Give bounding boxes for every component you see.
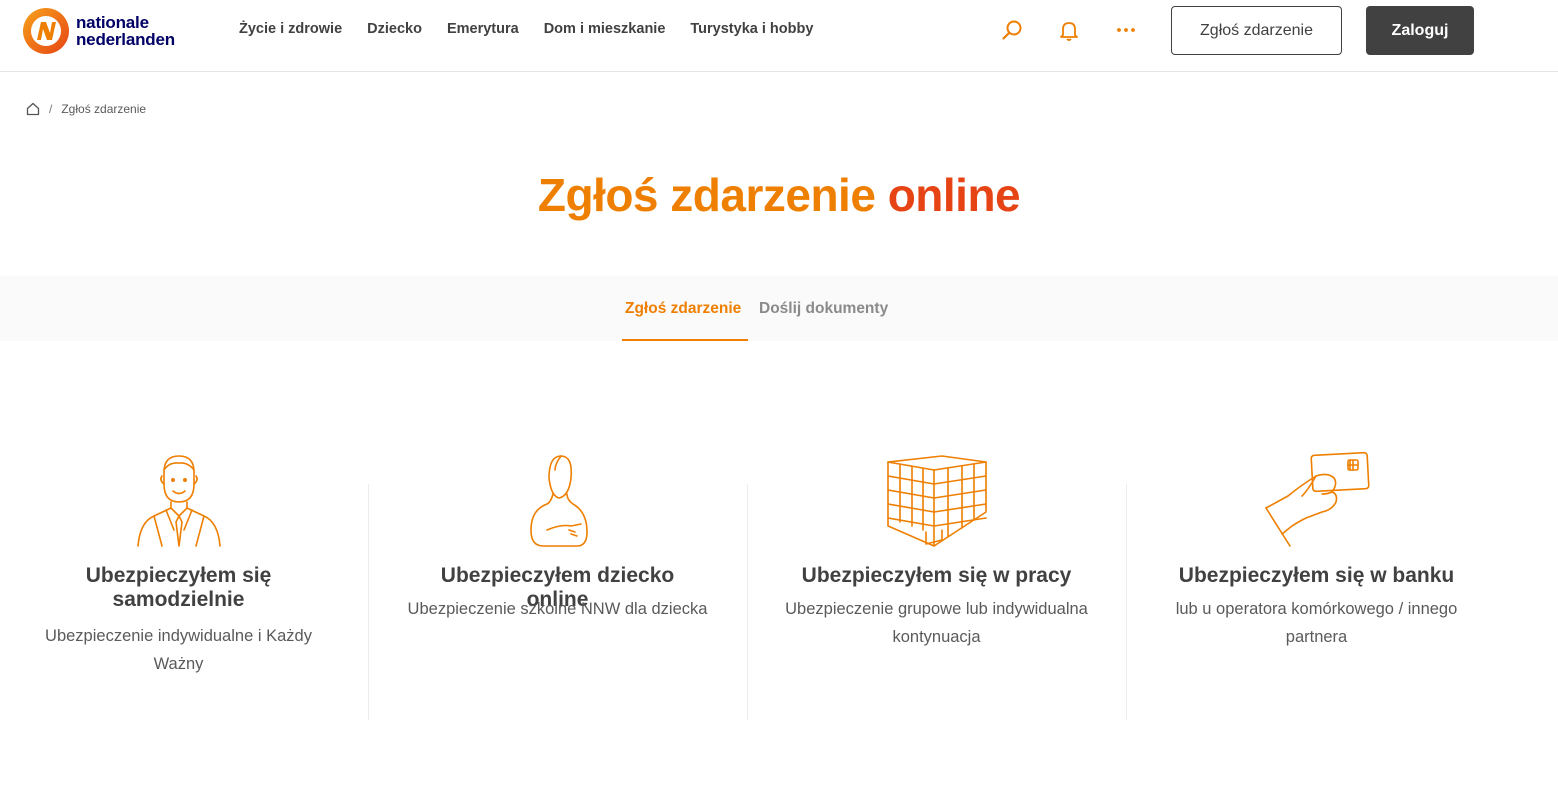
report-claim-button[interactable]: Zgłoś zdarzenie — [1171, 6, 1342, 55]
card-work-insured[interactable]: Ubezpieczyłem się w pracy Ubezpieczenie … — [747, 450, 1126, 720]
card-description: Ubezpieczenie grupowe lub indywidualna k… — [785, 600, 1088, 646]
office-building-icon — [886, 455, 987, 547]
card-bank-insured[interactable]: Ubezpieczyłem się w banku lub u operator… — [1127, 450, 1506, 720]
bell-icon[interactable] — [1058, 19, 1080, 41]
nav-item-emerytura[interactable]: Emerytura — [447, 21, 519, 37]
search-icon[interactable] — [1001, 19, 1023, 41]
card-self-insured[interactable]: Ubezpieczyłem się samodzielnie Ubezpiecz… — [0, 450, 368, 720]
card-child-insured[interactable]: Ubezpieczyłem dziecko online Ubezpieczen… — [368, 450, 747, 720]
child-icon — [529, 455, 588, 547]
page-title-part1: Zgłoś zdarzenie — [537, 169, 876, 221]
breadcrumb: / Zgłoś zdarzenie — [26, 102, 146, 116]
breadcrumb-current: Zgłoś zdarzenie — [61, 102, 147, 116]
hand-card-icon — [1264, 451, 1370, 547]
card-description: Ubezpieczenie indywidualne i Każdy Ważny — [45, 627, 312, 673]
logo-line1: nationale — [76, 13, 149, 32]
more-icon[interactable] — [1115, 19, 1137, 41]
page-title-part2: online — [887, 169, 1021, 221]
businessman-icon — [136, 455, 221, 547]
logo[interactable]: nationale nederlanden — [22, 7, 175, 55]
card-description: Ubezpieczenie szkolne NNW dla dziecka — [407, 600, 708, 618]
logo-mark-icon — [23, 8, 69, 54]
logo-wordmark: nationale nederlanden — [76, 14, 175, 48]
card-title: Ubezpieczyłem się w pracy — [801, 564, 1072, 587]
card-title: Ubezpieczyłem się samodzielnie — [85, 564, 272, 611]
card-description: lub u operatora komórkowego / innego par… — [1175, 600, 1458, 646]
site-header: nationale nederlanden Życie i zdrowie Dz… — [0, 0, 1558, 72]
tab-report-claim[interactable]: Zgłoś zdarzenie — [625, 300, 741, 318]
breadcrumb-separator: / — [49, 102, 53, 116]
nav-item-dom[interactable]: Dom i mieszkanie — [544, 21, 666, 37]
card-title: Ubezpieczyłem się w banku — [1178, 564, 1455, 587]
active-tab-indicator — [622, 339, 748, 341]
nav-item-dziecko[interactable]: Dziecko — [367, 21, 422, 37]
nav-item-turystyka[interactable]: Turystyka i hobby — [690, 21, 813, 37]
logo-line2: nederlanden — [76, 30, 175, 49]
main-nav: Życie i zdrowie Dziecko Emerytura Dom i … — [239, 21, 838, 37]
page-title: Zgłoś zdarzenie online — [0, 168, 1558, 222]
nav-item-zycie[interactable]: Życie i zdrowie — [239, 21, 342, 37]
home-icon[interactable] — [26, 102, 40, 116]
tab-send-documents[interactable]: Doślij dokumenty — [759, 300, 888, 318]
login-button[interactable]: Zaloguj — [1366, 6, 1474, 55]
